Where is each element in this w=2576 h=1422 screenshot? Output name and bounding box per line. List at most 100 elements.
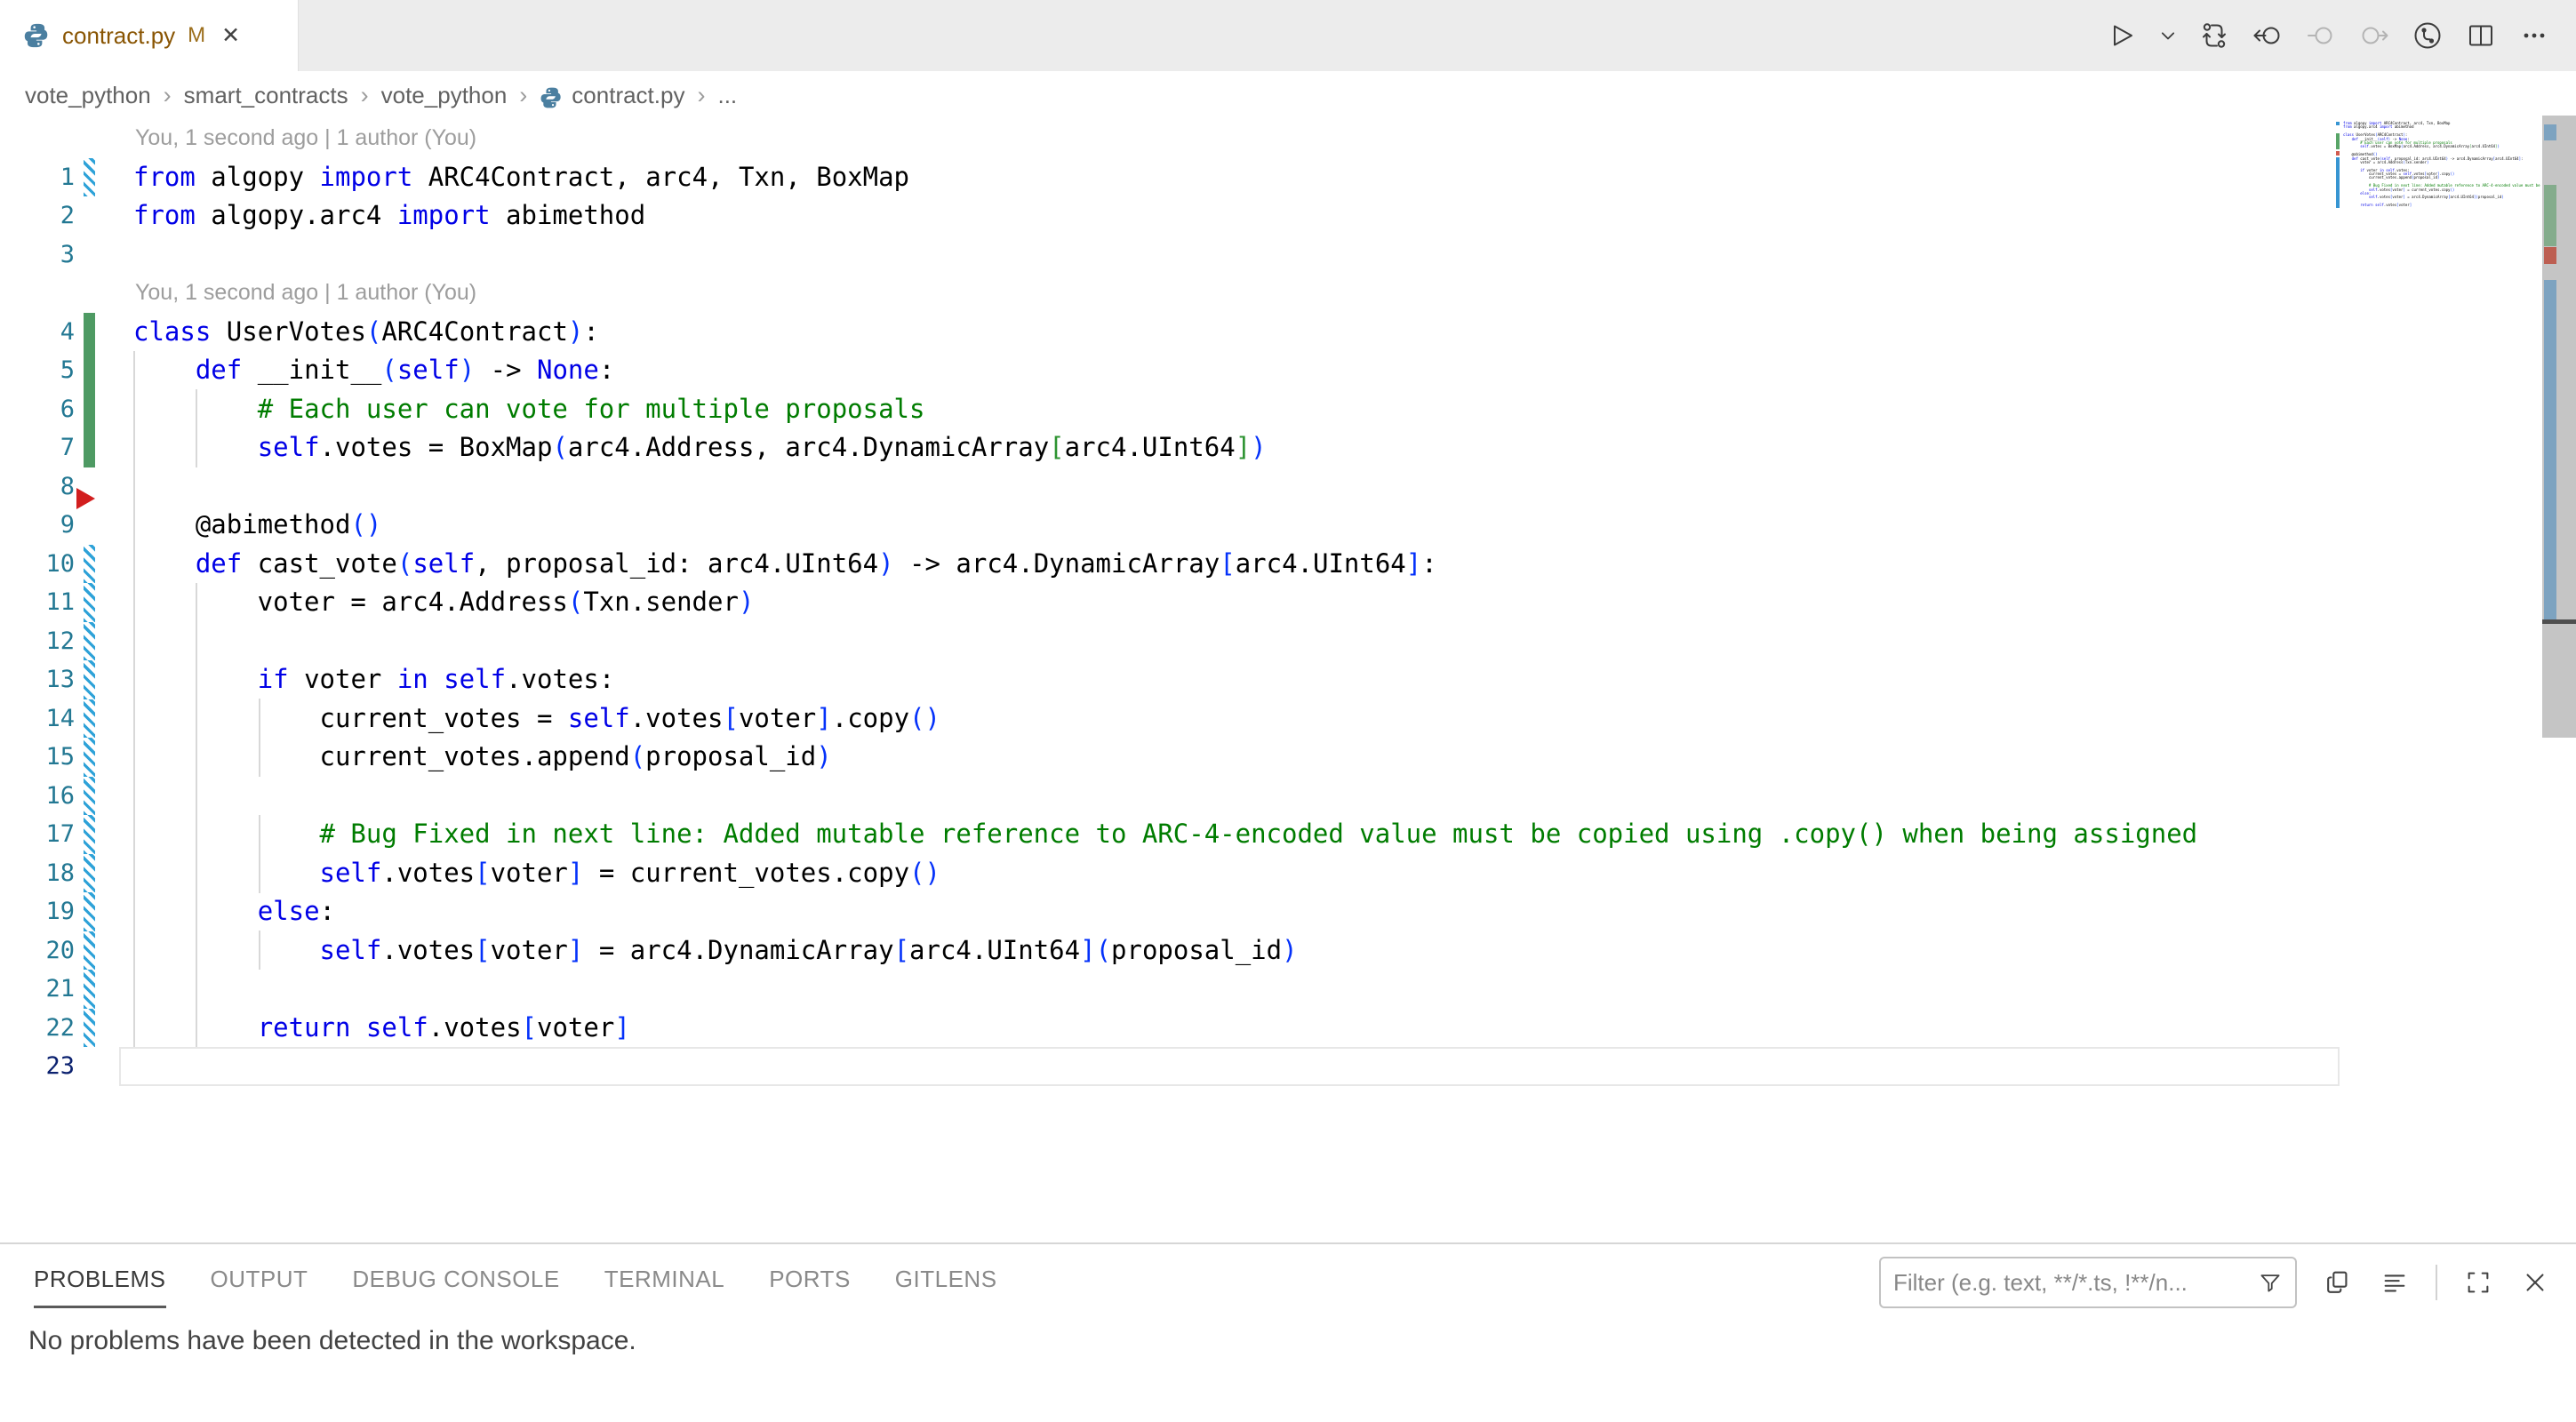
line-number[interactable]: 2 [0, 196, 75, 236]
close-panel-icon[interactable] [2519, 1266, 2551, 1298]
code-line[interactable]: 8 [0, 467, 2576, 507]
line-number[interactable]: 4 [0, 313, 75, 352]
deleted-lines-marker-icon[interactable] [76, 488, 95, 509]
code-line[interactable]: 14 current_votes = self.votes[voter].cop… [0, 699, 2576, 739]
code-line[interactable]: 16 [0, 777, 2576, 816]
line-number[interactable]: 17 [0, 815, 75, 854]
breadcrumb-item[interactable]: smart_contracts [184, 82, 348, 109]
gutter-modified-mark[interactable] [84, 815, 95, 854]
code-line[interactable]: 1from algopy import ARC4Contract, arc4, … [0, 158, 2576, 197]
line-number[interactable]: 13 [0, 660, 75, 699]
code-line[interactable]: 21 [0, 970, 2576, 1009]
filter-placeholder: Filter (e.g. text, **/*.ts, !**/n... [1893, 1269, 2258, 1297]
code-line[interactable]: 10 def cast_vote(self, proposal_id: arc4… [0, 545, 2576, 584]
line-number[interactable]: 16 [0, 777, 75, 816]
line-number[interactable]: 7 [0, 428, 75, 467]
code-line[interactable]: 22 return self.votes[voter] [0, 1009, 2576, 1048]
panel-tab-debug-console[interactable]: DEBUG CONSOLE [352, 1266, 559, 1308]
panel-tab-gitlens[interactable]: GITLENS [895, 1266, 997, 1308]
gutter-added-mark[interactable] [84, 313, 95, 352]
code-line[interactable]: 3 [0, 236, 2576, 275]
split-editor-icon[interactable] [2460, 15, 2501, 56]
line-number[interactable]: 6 [0, 390, 75, 429]
line-number[interactable]: 21 [0, 970, 75, 1009]
gutter-added-mark[interactable] [84, 351, 95, 390]
tab-label: contract.py [62, 22, 175, 50]
line-number[interactable]: 23 [0, 1047, 75, 1086]
blame-codelens[interactable]: You, 1 second ago | 1 author (You) [0, 274, 2576, 313]
commit-graph-icon[interactable] [2407, 15, 2448, 56]
code-line[interactable]: 7 self.votes = BoxMap(arc4.Address, arc4… [0, 428, 2576, 467]
code-line[interactable]: 2from algopy.arc4 import abimethod [0, 196, 2576, 236]
line-number[interactable]: 15 [0, 738, 75, 777]
code-line[interactable]: 11 voter = arc4.Address(Txn.sender) [0, 583, 2576, 622]
breadcrumb-separator: › [519, 82, 527, 109]
line-number[interactable]: 22 [0, 1009, 75, 1048]
line-number[interactable]: 18 [0, 854, 75, 893]
line-number[interactable]: 14 [0, 699, 75, 739]
line-number[interactable]: 9 [0, 506, 75, 545]
blame-codelens[interactable]: You, 1 second ago | 1 author (You) [0, 119, 2576, 158]
open-changes-icon[interactable] [2194, 15, 2235, 56]
line-number[interactable]: 19 [0, 892, 75, 931]
breadcrumb-item[interactable]: vote_python [381, 82, 508, 109]
breadcrumb-item[interactable]: vote_python [25, 82, 151, 109]
gutter-modified-mark[interactable] [84, 158, 95, 197]
maximize-panel-icon[interactable] [2462, 1266, 2494, 1298]
problems-filter-input[interactable]: Filter (e.g. text, **/*.ts, !**/n... [1879, 1257, 2297, 1308]
code-line[interactable]: 12 [0, 622, 2576, 661]
tab-contract-py[interactable]: contract.py M ✕ [0, 0, 299, 71]
code-line[interactable]: 4class UserVotes(ARC4Contract): [0, 313, 2576, 352]
gutter-modified-mark[interactable] [84, 738, 95, 777]
line-number[interactable]: 10 [0, 545, 75, 584]
line-number[interactable]: 1 [0, 158, 75, 197]
line-number[interactable]: 12 [0, 622, 75, 661]
gutter-modified-mark[interactable] [84, 660, 95, 699]
gutter-modified-mark[interactable] [84, 931, 95, 971]
line-number[interactable]: 20 [0, 931, 75, 971]
code-editor[interactable]: You, 1 second ago | 1 author (You)1from … [0, 119, 2576, 1242]
line-number[interactable]: 3 [0, 236, 75, 275]
code-line[interactable]: 9 @abimethod() [0, 506, 2576, 545]
scrollbar-track[interactable] [2542, 624, 2576, 738]
minimap-line [2331, 208, 2542, 212]
breadcrumb-item[interactable]: ... [717, 82, 737, 109]
collapse-all-icon[interactable] [2379, 1266, 2411, 1298]
gutter-modified-mark[interactable] [84, 545, 95, 584]
code-line[interactable]: 19 else: [0, 892, 2576, 931]
line-number[interactable]: 11 [0, 583, 75, 622]
previous-change-icon[interactable] [2300, 15, 2341, 56]
go-back-icon[interactable] [2247, 15, 2288, 56]
gutter-added-mark[interactable] [84, 390, 95, 429]
panel-tab-problems[interactable]: PROBLEMS [34, 1266, 166, 1308]
gutter-modified-mark[interactable] [84, 970, 95, 1009]
more-actions-icon[interactable] [2514, 15, 2555, 56]
gutter-modified-mark[interactable] [84, 892, 95, 931]
code-line[interactable]: 13 if voter in self.votes: [0, 660, 2576, 699]
minimap[interactable]: from algopy import ARC4Contract, arc4, T… [2331, 122, 2542, 228]
gutter-modified-mark[interactable] [84, 622, 95, 661]
code-line[interactable]: 5 def __init__(self) -> None: [0, 351, 2576, 390]
line-number[interactable]: 8 [0, 467, 75, 507]
code-line[interactable]: 20 self.votes[voter] = arc4.DynamicArray… [0, 931, 2576, 971]
gutter-added-mark[interactable] [84, 428, 95, 467]
line-number[interactable]: 5 [0, 351, 75, 390]
code-line[interactable]: 17 # Bug Fixed in next line: Added mutab… [0, 815, 2576, 854]
breadcrumb-item[interactable]: contract.py [572, 82, 684, 109]
run-dropdown-chevron-icon[interactable] [2155, 15, 2181, 56]
next-change-icon[interactable] [2354, 15, 2395, 56]
gutter-modified-mark[interactable] [84, 777, 95, 816]
close-tab-icon[interactable]: ✕ [221, 22, 240, 49]
panel-tab-terminal[interactable]: TERMINAL [604, 1266, 724, 1308]
gutter-modified-mark[interactable] [84, 583, 95, 622]
code-line[interactable]: 6 # Each user can vote for multiple prop… [0, 390, 2576, 429]
gutter-modified-mark[interactable] [84, 854, 95, 893]
code-line[interactable]: 18 self.votes[voter] = current_votes.cop… [0, 854, 2576, 893]
panel-tab-ports[interactable]: PORTS [769, 1266, 851, 1308]
view-as-table-icon[interactable] [2322, 1266, 2354, 1298]
code-line[interactable]: 15 current_votes.append(proposal_id) [0, 738, 2576, 777]
gutter-modified-mark[interactable] [84, 699, 95, 739]
panel-tab-output[interactable]: OUTPUT [211, 1266, 308, 1308]
run-python-file-icon[interactable] [2101, 15, 2142, 56]
gutter-modified-mark[interactable] [84, 1009, 95, 1048]
